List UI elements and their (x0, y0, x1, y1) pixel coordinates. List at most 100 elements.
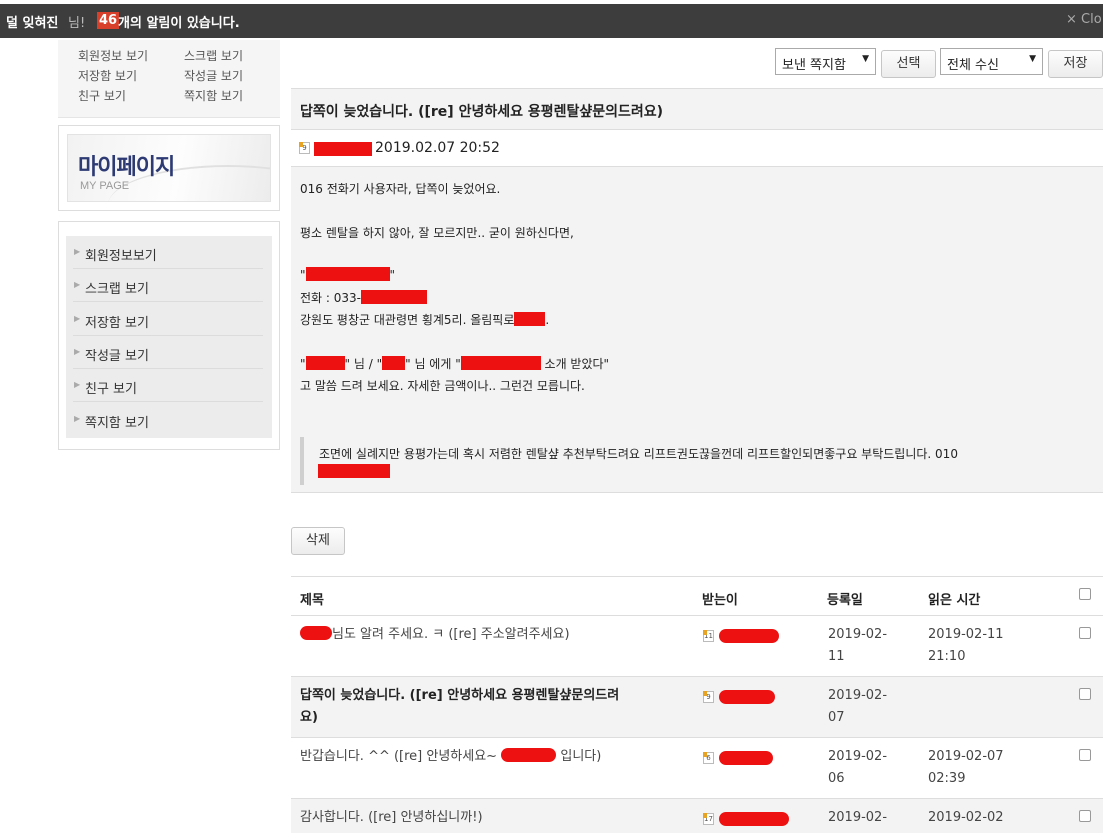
chevron-right-icon: ▶ (74, 314, 81, 323)
recipient-redacted[interactable] (719, 812, 789, 826)
user-suffix: 님! (68, 16, 86, 31)
table-row[interactable]: 반갑습니다. ^^ ([re] 안녕하세요~ 입니다) 6 2019-02- 06… (291, 738, 1103, 799)
redacted (501, 748, 557, 762)
member-level-icon: 9 (299, 142, 310, 154)
sidebar-item-label: 저장함 보기 (85, 316, 149, 331)
col-recipient[interactable]: 받는이 (702, 589, 738, 608)
chevron-right-icon: ▶ (74, 280, 81, 289)
row-read-time: 2019-02-07 02:39 (928, 749, 1004, 786)
sidebar-item-posts[interactable]: ▶ 작성글 보기 (73, 336, 263, 369)
sidebar-item-member-info[interactable]: ▶ 회원정보보기 (73, 236, 263, 269)
col-subject[interactable]: 제목 (300, 589, 324, 608)
row-date: 2019-02- 11 (828, 627, 888, 664)
member-level-icon: 9 (703, 691, 714, 703)
table-header: 제목 받는이 등록일 읽은 시간 (291, 576, 1103, 616)
row-checkbox[interactable] (1079, 627, 1091, 639)
row-subject[interactable]: 님도 알려 주세요. ㅋ ([re] 주소알려주세요) (300, 624, 570, 646)
delete-button[interactable]: 삭제 (291, 527, 345, 555)
redacted (318, 464, 390, 478)
receive-filter-value: 전체 수신 (947, 58, 999, 73)
quoted-message: 조면에 실례지만 용평가는데 혹시 저렴한 렌탈샾 추천부탁드려요 리프트권도끊… (300, 437, 1100, 485)
row-read-time: 2019-02-11 21:10 (928, 627, 1004, 664)
redacted (514, 312, 546, 326)
dropdown-arrow-icon: ▼ (862, 54, 869, 64)
row-date: 2019-02- 06 (828, 749, 888, 786)
sidebar-item-storage[interactable]: ▶ 저장함 보기 (73, 303, 263, 336)
mailbox-select[interactable]: 보낸 쪽지함 ▼ (775, 48, 876, 75)
row-subject[interactable]: 반갑습니다. ^^ ([re] 안녕하세요~ 입니다) (300, 746, 601, 768)
dropdown-arrow-icon: ▼ (1029, 54, 1036, 64)
sidebar-menu: ▶ 회원정보보기 ▶ 스크랩 보기 ▶ 저장함 보기 ▶ 작성글 보기 ▶ 친구 보기 ▶… (58, 221, 280, 450)
save-button[interactable]: 저장 (1048, 50, 1103, 78)
user-name[interactable]: 덜 잊혀진 (6, 12, 58, 31)
alert-count-badge[interactable]: 46 (97, 12, 120, 29)
body-line: 016 전화기 사용자라, 답쪽이 늦었어요. (300, 182, 501, 196)
chevron-right-icon: ▶ (74, 247, 81, 256)
body-line: " " (300, 267, 396, 282)
quote-text: 조면에 실례지만 용평가는데 혹시 저렴한 렌탈샾 추천부탁드려요 리프트권도끊… (319, 447, 958, 461)
sidebar-item-label: 스크랩 보기 (85, 282, 149, 297)
mypage-title: 마이페이지 (78, 155, 175, 180)
redacted (382, 356, 406, 370)
mypage-banner: 마이페이지 MY PAGE (58, 125, 280, 211)
quick-link-scrap[interactable]: 스크랩 보기 (184, 47, 243, 64)
body-line: " " 님 / " " 님 에게 " 소개 받았다" (300, 356, 610, 371)
alert-text[interactable]: 개의 알림이 있습니다. (118, 12, 240, 31)
message-body: 016 전화기 사용자라, 답쪽이 늦었어요. 평소 렌탈을 하지 않아, 잘 … (291, 167, 1103, 493)
col-read-time[interactable]: 읽은 시간 (928, 589, 980, 608)
sidebar-item-label: 작성글 보기 (85, 349, 149, 364)
table-row[interactable]: 님도 알려 주세요. ㅋ ([re] 주소알려주세요) 11 2019-02- 1… (291, 616, 1103, 677)
redacted (305, 356, 345, 370)
mailbox-select-value: 보낸 쪽지함 (782, 58, 846, 73)
select-button[interactable]: 선택 (881, 50, 936, 78)
row-checkbox[interactable] (1079, 688, 1091, 700)
close-button[interactable]: × Clo (1066, 12, 1102, 27)
message-meta: 9 2019.02.07 20:52 (291, 130, 1103, 167)
message-header: 답쪽이 늦었습니다. ([re] 안녕하세요 용평렌탈샾문의드려요) (291, 88, 1103, 130)
row-checkbox[interactable] (1079, 810, 1091, 822)
row-subject[interactable]: 감사합니다. ([re] 안녕하십니까!) (300, 807, 483, 829)
row-subject[interactable]: 답쪽이 늦었습니다. ([re] 안녕하세요 용평렌탈샾문의드려 요) (300, 685, 619, 729)
col-date[interactable]: 등록일 (827, 589, 863, 608)
body-line: 고 말씀 드려 보세요. 자세한 금액이나.. 그런건 모릅니다. (300, 379, 585, 393)
body-line: 평소 렌탈을 하지 않아, 잘 모르지만.. 굳이 원하신다면, (300, 226, 574, 240)
member-level-icon: 11 (703, 630, 714, 642)
sidebar-item-label: 쪽지함 보기 (85, 416, 149, 431)
mypage-subtitle: MY PAGE (80, 180, 130, 192)
row-read-time: 2019-02-02 (928, 810, 1004, 825)
redacted (305, 267, 390, 281)
receive-filter-select[interactable]: 전체 수신 ▼ (940, 48, 1043, 75)
member-level-icon: 6 (703, 752, 714, 764)
body-line: 전화 : 033- (300, 289, 427, 306)
sender-name-redacted[interactable] (314, 142, 372, 156)
body-line: 강원도 평창군 대관령면 횡계5리. 올림픽로. (300, 312, 550, 327)
table-row[interactable]: 감사합니다. ([re] 안녕하십니까!) 17 2019-02- 2019-0… (291, 799, 1103, 833)
sidebar-item-friends[interactable]: ▶ 친구 보기 (73, 369, 263, 402)
quick-link-messages[interactable]: 쪽지함 보기 (184, 87, 243, 104)
row-date: 2019-02- 07 (828, 688, 888, 725)
message-title: 답쪽이 늦었습니다. ([re] 안녕하세요 용평렌탈샾문의드려요) (300, 104, 664, 120)
chevron-right-icon: ▶ (74, 347, 81, 356)
sidebar-item-label: 친구 보기 (85, 382, 137, 397)
recipient-redacted[interactable] (719, 690, 775, 704)
quick-link-posts[interactable]: 작성글 보기 (184, 67, 243, 84)
quick-link-storage[interactable]: 저장함 보기 (78, 67, 137, 84)
sidebar-item-messages[interactable]: ▶ 쪽지함 보기 (73, 403, 263, 436)
recipient-redacted[interactable] (719, 751, 773, 765)
notification-bar: 덜 잊혀진 님! 46 개의 알림이 있습니다. × Clo (0, 4, 1103, 38)
message-datetime: 2019.02.07 20:52 (375, 140, 500, 156)
quick-link-friends[interactable]: 친구 보기 (78, 87, 126, 104)
table-row[interactable]: 답쪽이 늦었습니다. ([re] 안녕하세요 용평렌탈샾문의드려 요) 9 201… (291, 677, 1103, 738)
redacted (361, 290, 427, 304)
redacted (460, 356, 541, 370)
recipient-redacted[interactable] (719, 629, 779, 643)
chevron-right-icon: ▶ (74, 414, 81, 423)
sidebar-quick-links: 회원정보 보기 스크랩 보기 저장함 보기 작성글 보기 친구 보기 쪽지함 보… (58, 40, 280, 118)
redacted (300, 626, 332, 640)
row-date: 2019-02- (828, 810, 888, 825)
select-all-checkbox[interactable] (1079, 588, 1091, 600)
member-level-icon: 17 (703, 813, 714, 825)
sidebar-item-scrap[interactable]: ▶ 스크랩 보기 (73, 269, 263, 302)
quick-link-member-info[interactable]: 회원정보 보기 (78, 47, 148, 64)
row-checkbox[interactable] (1079, 749, 1091, 761)
